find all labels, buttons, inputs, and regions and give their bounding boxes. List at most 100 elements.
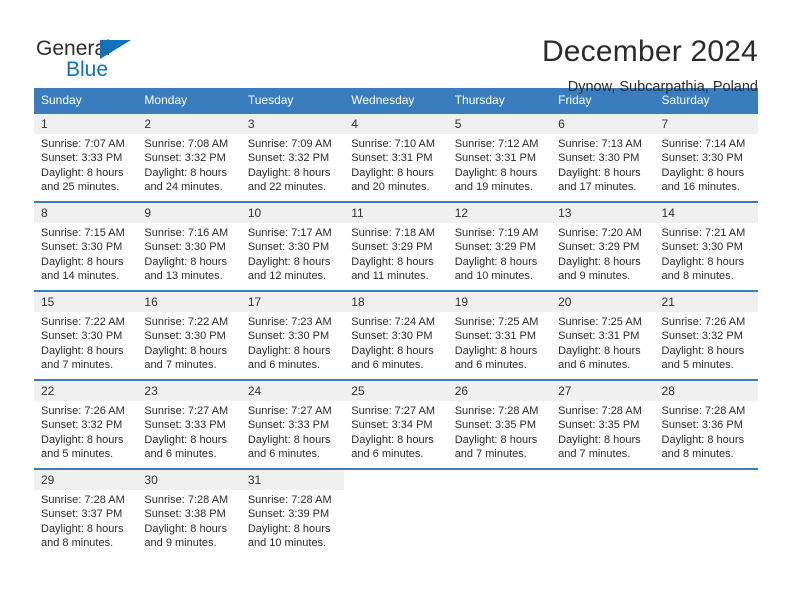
day-daylight1-text: Daylight: 8 hours: [247, 166, 331, 179]
day-daylight1-text: Daylight: 8 hours: [41, 522, 124, 535]
day-number: 28: [654, 381, 758, 401]
day-daylight2-text: and 7 minutes.: [41, 359, 114, 372]
calendar-day-cell[interactable]: 23 Sunrise: 7:27 AM Sunset: 3:33 PM Dayligh…: [137, 379, 241, 469]
day-sunset-text: Sunset: 3:29 PM: [351, 241, 433, 254]
day-daylight1-text: Daylight: 8 hours: [247, 433, 331, 446]
calendar-day-cell[interactable]: 21 Sunrise: 7:26 AM Sunset: 3:32 PM Dayligh…: [654, 290, 758, 380]
day-daylight1-text: Daylight: 8 hours: [247, 344, 331, 357]
calendar-day-cell[interactable]: 12 Sunrise: 7:19 AM Sunset: 3:29 PM Dayligh…: [447, 201, 552, 291]
day-daylight1-text: Daylight: 8 hours: [454, 166, 538, 179]
day-sunset-text: Sunset: 3:32 PM: [247, 152, 330, 165]
day-number: 5: [447, 114, 552, 134]
day-sun-info: Sunrise: 7:12 AM Sunset: 3:31 PM Daylight:…: [448, 134, 551, 195]
day-sunset-text: Sunset: 3:38 PM: [144, 508, 226, 521]
calendar-day-cell[interactable]: 16 Sunrise: 7:22 AM Sunset: 3:30 PM Dayligh…: [137, 290, 241, 380]
day-sunrise-text: Sunrise: 7:27 AM: [247, 405, 332, 417]
day-number: 26: [447, 381, 552, 401]
calendar-day-cell[interactable]: 2 Sunrise: 7:08 AM Sunset: 3:32 PM Daylight…: [137, 112, 241, 202]
day-sunset-text: Sunset: 3:30 PM: [41, 241, 123, 254]
day-daylight1-text: Daylight: 8 hours: [454, 255, 538, 268]
day-sun-info: Sunrise: 7:10 AM Sunset: 3:31 PM Daylight:…: [344, 134, 447, 195]
calendar-day-cell[interactable]: 22 Sunrise: 7:26 AM Sunset: 3:32 PM Dayligh…: [34, 379, 138, 469]
calendar-day-cell[interactable]: 26 Sunrise: 7:28 AM Sunset: 3:35 PM Dayligh…: [447, 379, 552, 469]
day-daylight2-text: and 6 minutes.: [144, 448, 217, 461]
day-sunrise-text: Sunrise: 7:15 AM: [41, 227, 125, 239]
day-sunset-text: Sunset: 3:39 PM: [247, 508, 330, 521]
day-sun-info: Sunrise: 7:23 AM Sunset: 3:30 PM Daylight:…: [241, 312, 344, 373]
calendar-day-cell[interactable]: 17 Sunrise: 7:23 AM Sunset: 3:30 PM Dayligh…: [240, 290, 345, 380]
day-sun-info: Sunrise: 7:25 AM Sunset: 3:31 PM Daylight:…: [551, 312, 654, 373]
day-sun-info: Sunrise: 7:28 AM Sunset: 3:35 PM Daylight:…: [448, 401, 551, 462]
calendar-day-cell[interactable]: 19 Sunrise: 7:25 AM Sunset: 3:31 PM Dayligh…: [447, 290, 552, 380]
calendar-day-cell[interactable]: 8 Sunrise: 7:15 AM Sunset: 3:30 PM Daylight…: [34, 201, 138, 291]
day-daylight2-text: and 24 minutes.: [144, 181, 223, 194]
calendar-day-cell[interactable]: 13 Sunrise: 7:20 AM Sunset: 3:29 PM Dayligh…: [551, 201, 655, 291]
day-sunrise-text: Sunrise: 7:08 AM: [144, 138, 229, 150]
calendar-day-cell[interactable]: 30 Sunrise: 7:28 AM Sunset: 3:38 PM Dayligh…: [137, 468, 241, 558]
day-daylight2-text: and 6 minutes.: [351, 359, 424, 372]
day-number: 15: [34, 292, 138, 312]
day-sunrise-text: Sunrise: 7:22 AM: [41, 316, 125, 328]
day-daylight1-text: Daylight: 8 hours: [454, 344, 538, 357]
day-daylight2-text: and 10 minutes.: [247, 537, 327, 550]
day-daylight2-text: and 6 minutes.: [454, 359, 527, 372]
calendar-day-cell[interactable]: 27 Sunrise: 7:28 AM Sunset: 3:35 PM Dayligh…: [551, 379, 655, 469]
logo-text-blue: Blue: [66, 58, 109, 81]
day-daylight1-text: Daylight: 8 hours: [41, 166, 124, 179]
calendar-day-cell[interactable]: 28 Sunrise: 7:28 AM Sunset: 3:36 PM Dayligh…: [654, 379, 758, 469]
day-daylight2-text: and 6 minutes.: [247, 448, 320, 461]
day-sunset-text: Sunset: 3:34 PM: [351, 419, 433, 432]
day-daylight1-text: Daylight: 8 hours: [144, 166, 227, 179]
day-sun-info: Sunrise: 7:28 AM Sunset: 3:39 PM Daylight:…: [241, 490, 344, 551]
calendar-day-cell[interactable]: 1 Sunrise: 7:07 AM Sunset: 3:33 PM Daylight…: [34, 112, 138, 202]
calendar-day-cell[interactable]: 5 Sunrise: 7:12 AM Sunset: 3:31 PM Daylight…: [447, 112, 552, 202]
day-sunset-text: Sunset: 3:32 PM: [41, 419, 123, 432]
day-number: 30: [137, 470, 241, 490]
day-daylight1-text: Daylight: 8 hours: [144, 344, 227, 357]
day-daylight2-text: and 7 minutes.: [454, 448, 527, 461]
calendar-day-cell[interactable]: 24 Sunrise: 7:27 AM Sunset: 3:33 PM Dayligh…: [240, 379, 345, 469]
day-sunset-text: Sunset: 3:30 PM: [144, 241, 226, 254]
day-sun-info: Sunrise: 7:13 AM Sunset: 3:30 PM Daylight:…: [551, 134, 654, 195]
day-daylight1-text: Daylight: 8 hours: [144, 255, 227, 268]
day-daylight2-text: and 8 minutes.: [661, 270, 734, 283]
calendar-day-cell[interactable]: 14 Sunrise: 7:21 AM Sunset: 3:30 PM Dayligh…: [654, 201, 758, 291]
day-sun-info: Sunrise: 7:28 AM Sunset: 3:36 PM Daylight:…: [655, 401, 758, 462]
day-sunset-text: Sunset: 3:31 PM: [454, 152, 537, 165]
day-sunset-text: Sunset: 3:30 PM: [247, 330, 330, 343]
calendar-day-cell[interactable]: 18 Sunrise: 7:24 AM Sunset: 3:30 PM Dayligh…: [344, 290, 448, 380]
day-number: 27: [551, 381, 655, 401]
day-sunrise-text: Sunrise: 7:27 AM: [351, 405, 436, 417]
day-sunrise-text: Sunrise: 7:14 AM: [661, 138, 746, 150]
calendar-day-cell[interactable]: 25 Sunrise: 7:27 AM Sunset: 3:34 PM Dayligh…: [344, 379, 448, 469]
calendar-day-cell[interactable]: 9 Sunrise: 7:16 AM Sunset: 3:30 PM Daylight…: [137, 201, 241, 291]
day-sun-info: Sunrise: 7:18 AM Sunset: 3:29 PM Daylight:…: [344, 223, 447, 284]
day-sun-info: Sunrise: 7:28 AM Sunset: 3:37 PM Daylight:…: [34, 490, 137, 551]
calendar-table: Sunday Monday Tuesday Wednesday Thursday Frid…: [34, 88, 758, 558]
calendar-day-cell[interactable]: 4 Sunrise: 7:10 AM Sunset: 3:31 PM Daylight…: [344, 112, 448, 202]
calendar-day-cell[interactable]: 7 Sunrise: 7:14 AM Sunset: 3:30 PM Daylight…: [654, 112, 758, 202]
calendar-day-cell[interactable]: 31 Sunrise: 7:28 AM Sunset: 3:39 PM Dayligh…: [240, 468, 345, 558]
day-sunrise-text: Sunrise: 7:18 AM: [351, 227, 436, 239]
day-sunrise-text: Sunrise: 7:20 AM: [558, 227, 642, 239]
day-sun-info: Sunrise: 7:16 AM Sunset: 3:30 PM Daylight:…: [137, 223, 240, 284]
day-sunrise-text: Sunrise: 7:19 AM: [454, 227, 539, 239]
day-number: 17: [240, 292, 345, 312]
weekday-header-monday: Monday: [137, 88, 241, 113]
day-number: 7: [654, 114, 758, 134]
day-number: 3: [240, 114, 345, 134]
calendar-day-cell[interactable]: 20 Sunrise: 7:25 AM Sunset: 3:31 PM Dayligh…: [551, 290, 655, 380]
calendar-day-cell[interactable]: 6 Sunrise: 7:13 AM Sunset: 3:30 PM Daylight…: [551, 112, 655, 202]
general-blue-logo[interactable]: General Blue: [34, 32, 184, 84]
calendar-day-cell[interactable]: 15 Sunrise: 7:22 AM Sunset: 3:30 PM Dayligh…: [34, 290, 138, 380]
day-daylight2-text: and 22 minutes.: [247, 181, 327, 194]
calendar-day-cell[interactable]: 10 Sunrise: 7:17 AM Sunset: 3:30 PM Dayligh…: [240, 201, 345, 291]
day-sunset-text: Sunset: 3:31 PM: [558, 330, 640, 343]
calendar-day-cell[interactable]: 29 Sunrise: 7:28 AM Sunset: 3:37 PM Dayligh…: [34, 468, 138, 558]
calendar-day-cell[interactable]: 11 Sunrise: 7:18 AM Sunset: 3:29 PM Dayligh…: [344, 201, 448, 291]
day-sunset-text: Sunset: 3:30 PM: [661, 241, 743, 254]
calendar-week-row: 8 Sunrise: 7:15 AM Sunset: 3:30 PM Daylight…: [34, 201, 758, 291]
day-daylight1-text: Daylight: 8 hours: [661, 344, 745, 357]
calendar-day-cell-empty: [447, 468, 552, 558]
calendar-day-cell[interactable]: 3 Sunrise: 7:09 AM Sunset: 3:32 PM Daylight…: [240, 112, 345, 202]
